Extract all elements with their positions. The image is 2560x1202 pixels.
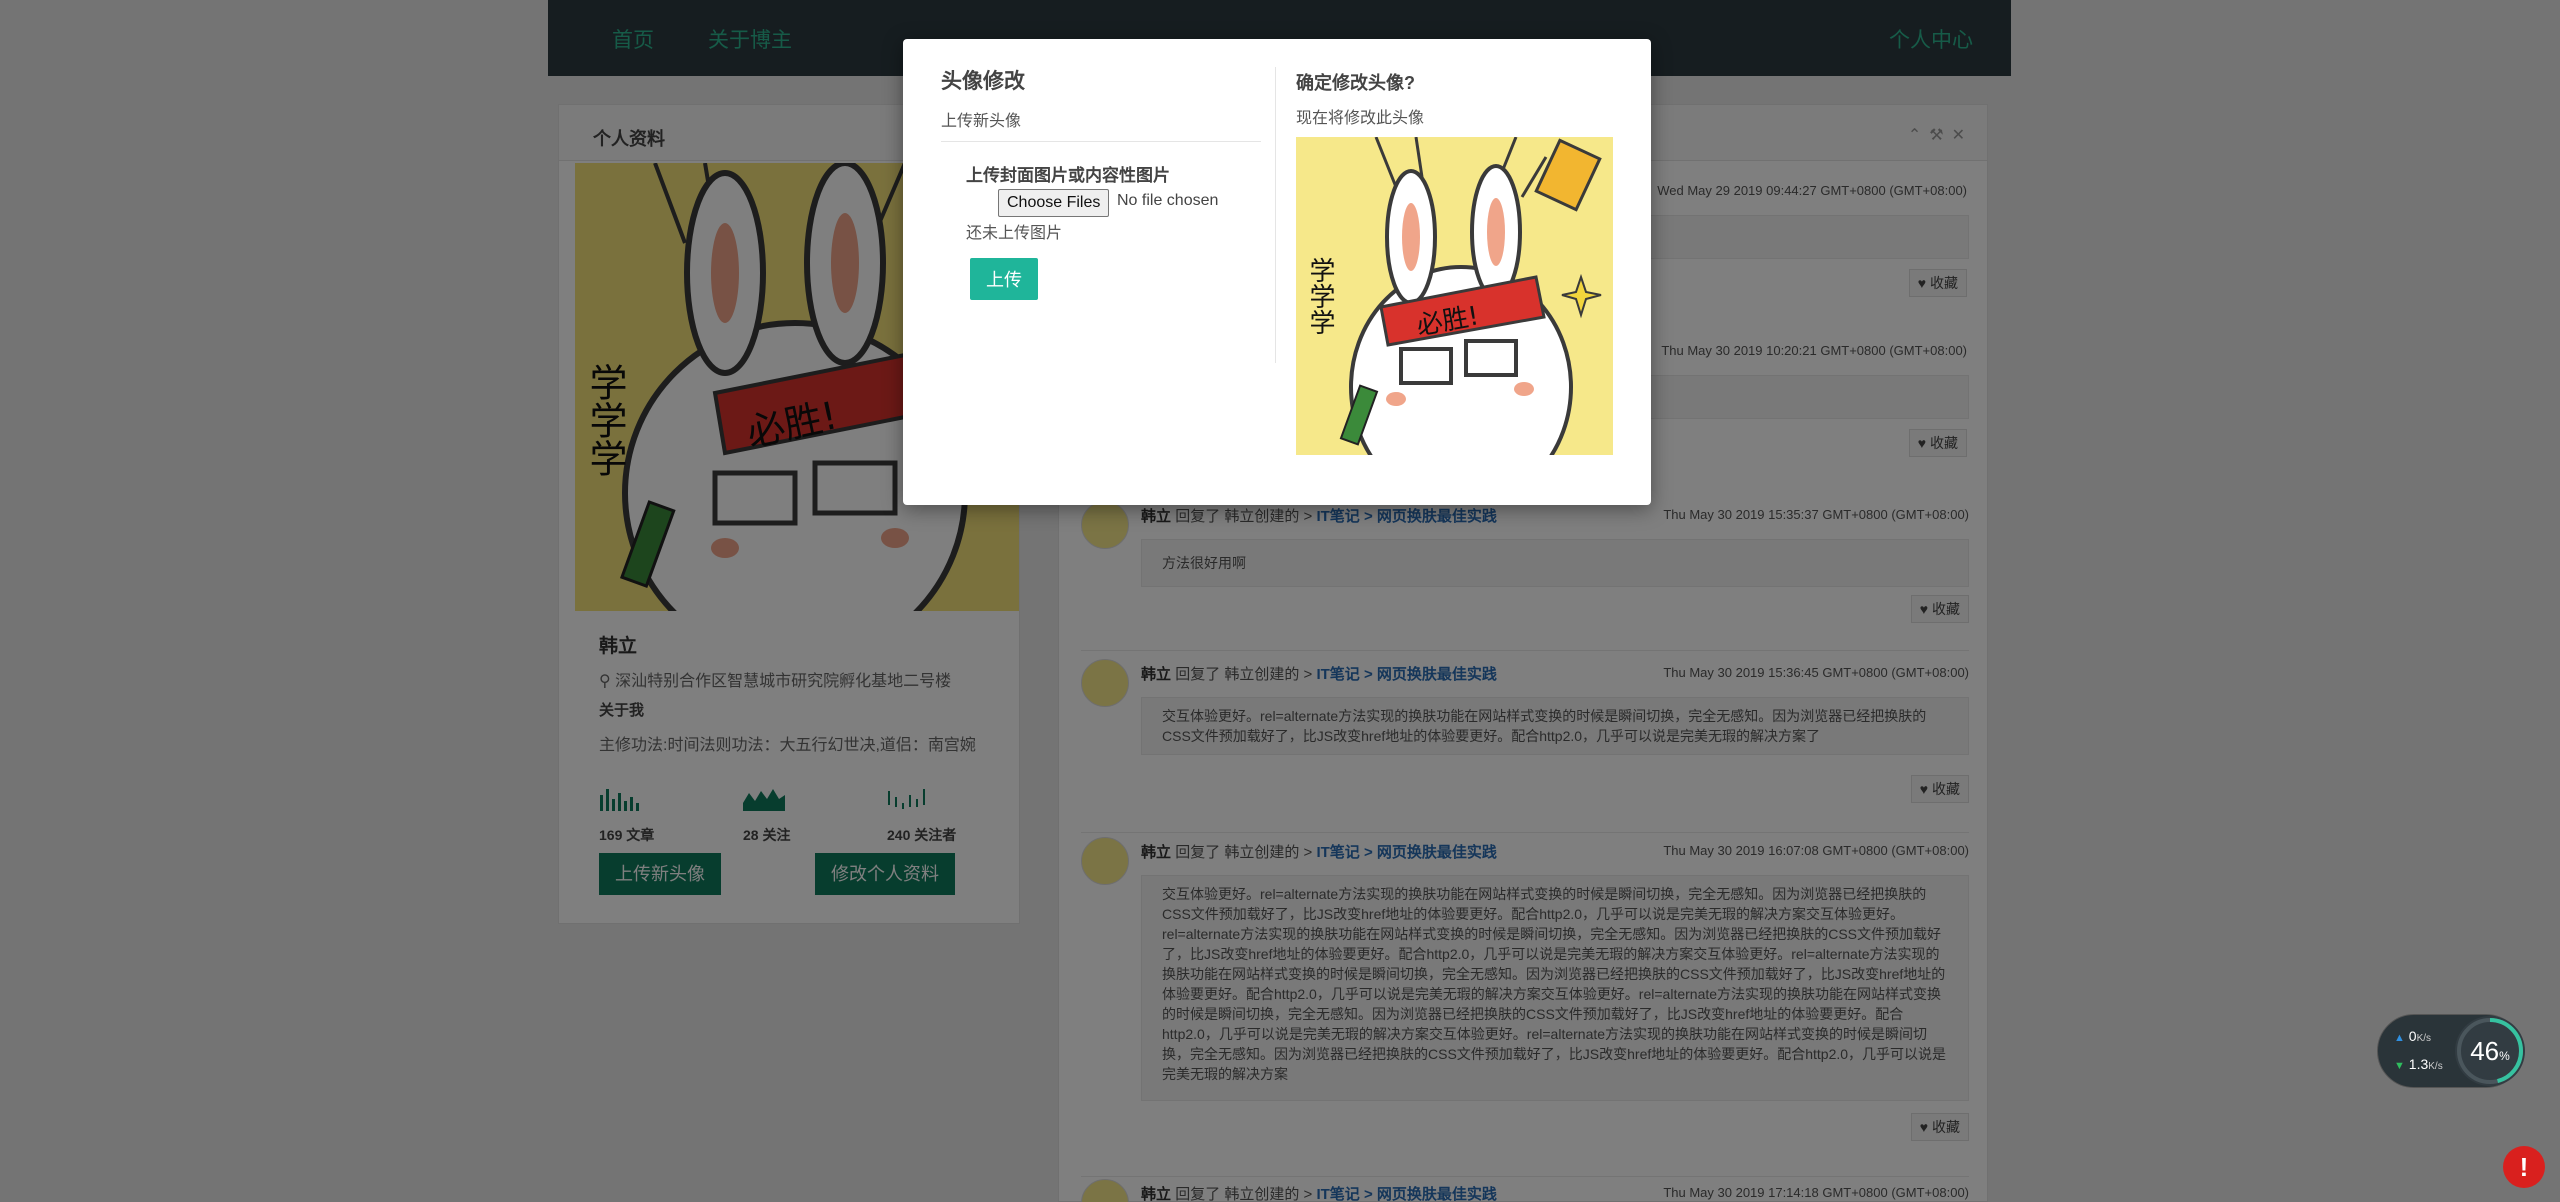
upload-heading: 上传封面图片或内容性图片 [966,166,1170,185]
not-uploaded-text: 还未上传图片 [966,225,1063,242]
avatar-preview-image: 必胜! 学学学 [1296,137,1613,455]
modal-divider-line [941,141,1261,142]
usage-percent-value: 46 [2470,1036,2500,1066]
bunny-preview-illustration: 必胜! 学学学 [1296,137,1613,455]
alert-icon[interactable]: ! [2503,1146,2545,1188]
confirm-heading: 确定修改头像? [1296,73,1415,93]
modal-column-divider [1275,67,1276,363]
upload-speed: ▲ 0K/s [2394,1028,2431,1044]
download-speed: ▼ 1.3K/s [2394,1056,2443,1072]
choose-files-button[interactable]: Choose Files [998,189,1110,217]
upload-button[interactable]: 上传 [970,258,1038,300]
download-speed-value: 1.3 [2408,1056,2429,1072]
preview-side-text: 学学学 [1305,257,1335,335]
modal-title: 头像修改 [941,70,1025,93]
network-speed-widget[interactable]: ▲ 0K/s ▼ 1.3K/s 46% [2377,1014,2525,1088]
usage-percent-unit: % [2499,1049,2510,1063]
usage-gauge: 46% [2455,1016,2525,1086]
upload-speed-unit: K/s [2416,1033,2432,1044]
avatar-modal: 头像修改 上传新头像 上传封面图片或内容性图片 Choose Files No … [903,39,1651,505]
arrow-down-icon: ▼ [2394,1060,2405,1072]
usage-percent: 46% [2455,1036,2525,1067]
download-speed-unit: K/s [2428,1061,2443,1072]
file-status-text: No file chosen [1117,192,1219,209]
confirm-subtitle: 现在将修改此头像 [1296,110,1425,127]
upload-speed-value: 0 [2408,1028,2417,1044]
modal-subtitle: 上传新头像 [941,113,1022,130]
arrow-up-icon: ▲ [2394,1032,2405,1044]
